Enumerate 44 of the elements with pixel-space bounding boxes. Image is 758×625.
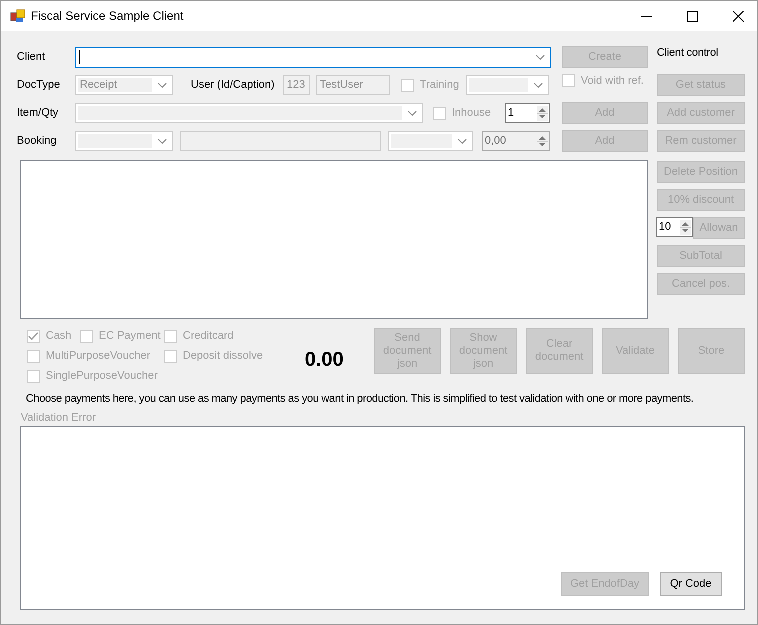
field-label: Booking bbox=[17, 135, 58, 147]
field-label: User (Id/Caption) bbox=[191, 79, 276, 91]
chevron-down-icon bbox=[536, 54, 545, 60]
item-combo-box[interactable] bbox=[75, 103, 423, 123]
chevron-down-icon bbox=[158, 138, 167, 144]
client-combo-box[interactable] bbox=[75, 46, 551, 68]
checkbox-label: EC Payment bbox=[99, 330, 161, 342]
chevron-down-icon bbox=[158, 82, 167, 88]
checkbox-label: Training bbox=[420, 79, 460, 91]
checkbox-label: SinglePurposeVoucher bbox=[46, 370, 158, 382]
field-label: DocType bbox=[17, 79, 62, 91]
chevron-down-icon bbox=[458, 138, 467, 144]
user-caption-field[interactable]: TestUser bbox=[316, 75, 390, 95]
user-id-field[interactable]: 123 bbox=[283, 75, 310, 95]
checkbox-label: Cash bbox=[46, 330, 72, 342]
spin-arrows-icon bbox=[680, 220, 691, 234]
field-label: Item/Qty bbox=[17, 107, 60, 119]
app-icon bbox=[10, 8, 26, 24]
text-cursor bbox=[79, 50, 80, 64]
hint-text: Choose payments here, you can use as many payments as you want in production. This is simplified to test validation with one or more payments. bbox=[26, 393, 695, 405]
text-field[interactable] bbox=[180, 131, 381, 151]
spin-arrows-icon bbox=[537, 106, 548, 120]
positions-list-box[interactable] bbox=[20, 160, 648, 319]
window-title: Fiscal Service Sample Client bbox=[31, 9, 184, 23]
combo-box[interactable] bbox=[466, 75, 549, 95]
section-label: Client control bbox=[657, 46, 720, 61]
checkbox-label: Inhouse bbox=[452, 107, 492, 119]
field-label: Validation Error bbox=[21, 412, 97, 424]
number-spinner[interactable]: 1 bbox=[505, 103, 550, 123]
number-spinner[interactable]: 0,00 bbox=[482, 131, 550, 151]
booking-combo-box[interactable] bbox=[75, 131, 173, 151]
combo-box[interactable] bbox=[388, 131, 473, 151]
spin-arrows-icon bbox=[537, 134, 548, 148]
close-icon[interactable] bbox=[733, 10, 744, 22]
field-label: Client bbox=[17, 51, 46, 63]
checkbox-label: Deposit dissolve bbox=[183, 350, 264, 362]
button[interactable]: Qr Code bbox=[660, 572, 722, 596]
chevron-down-icon bbox=[534, 82, 543, 88]
checkbox-label: Void with ref. bbox=[581, 74, 644, 86]
checkbox-label: Creditcard bbox=[183, 330, 234, 342]
maximize-icon[interactable] bbox=[687, 10, 698, 22]
total-amount: 0.00 bbox=[305, 348, 345, 372]
chevron-down-icon bbox=[408, 110, 417, 116]
checkbox-label: MultiPurposeVoucher bbox=[46, 350, 151, 362]
